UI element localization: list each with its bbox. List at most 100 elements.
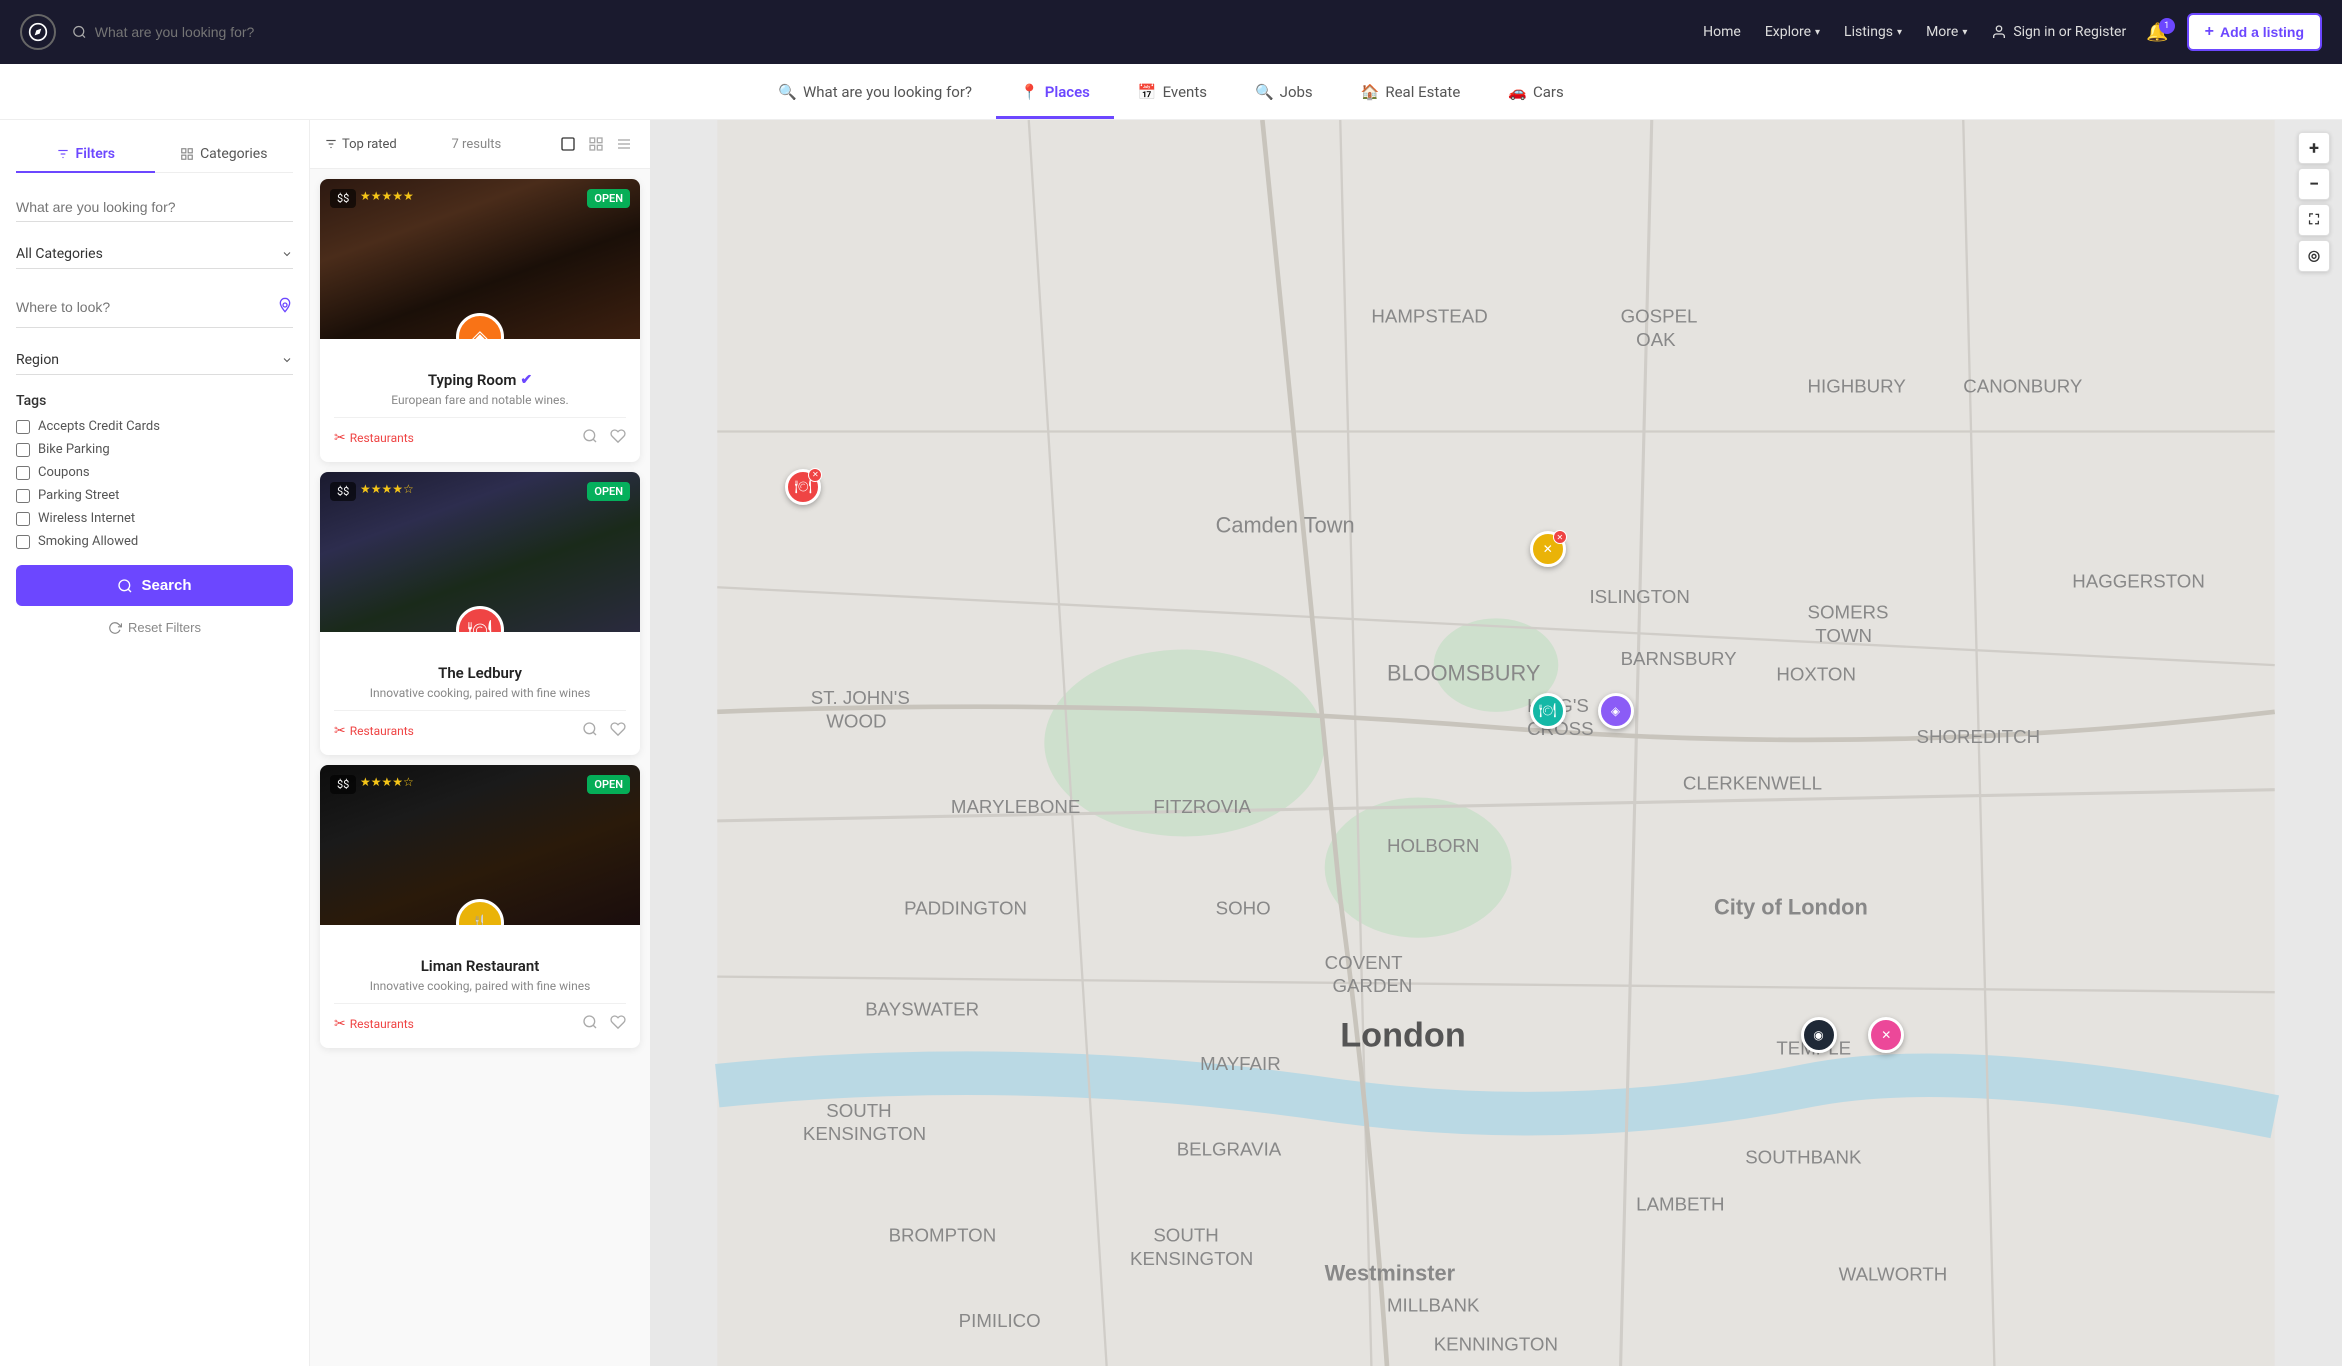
svg-text:FITZROVIA: FITZROVIA bbox=[1153, 796, 1251, 817]
tab-jobs[interactable]: 🔍 Jobs bbox=[1231, 64, 1337, 119]
listing-card-1[interactable]: $$ ★★★★★ OPEN ◈ Typing Room ✔ European f… bbox=[320, 179, 640, 462]
verified-icon: ✔ bbox=[520, 372, 532, 388]
svg-text:MARYLEBONE: MARYLEBONE bbox=[951, 796, 1080, 817]
tab-cars[interactable]: 🚗 Cars bbox=[1484, 64, 1587, 119]
region-dropdown[interactable]: Region bbox=[16, 346, 293, 375]
zoom-out-button[interactable]: − bbox=[2298, 168, 2330, 200]
map-pin-2[interactable]: ✕ ✕ bbox=[1530, 531, 1566, 567]
card-body-3: Liman Restaurant Innovative cooking, pai… bbox=[320, 925, 640, 1048]
sort-dropdown[interactable]: Top rated bbox=[324, 137, 397, 152]
add-listing-button[interactable]: + Add a listing bbox=[2187, 13, 2322, 51]
card-avatar-1: ◈ bbox=[456, 313, 504, 339]
location-input[interactable] bbox=[16, 293, 277, 321]
svg-text:TOWN: TOWN bbox=[1815, 625, 1872, 646]
sidebar-tab-filters[interactable]: Filters bbox=[16, 136, 155, 172]
categories-dropdown[interactable]: All Categories bbox=[16, 240, 293, 269]
tab-real-estate[interactable]: 🏠 Real Estate bbox=[1337, 64, 1485, 119]
grid-view-toggle[interactable] bbox=[584, 132, 608, 156]
tag-bike-parking: Bike Parking bbox=[16, 442, 293, 457]
favorite-action[interactable] bbox=[610, 1014, 626, 1034]
svg-text:HOXTON: HOXTON bbox=[1776, 664, 1856, 685]
svg-text:HAGGERSTON: HAGGERSTON bbox=[2072, 570, 2205, 591]
map-pin-4[interactable]: ◈ bbox=[1598, 693, 1634, 729]
open-badge: OPEN bbox=[587, 482, 630, 501]
svg-text:London: London bbox=[1340, 1017, 1466, 1055]
main-nav: Home Explore ▾ Listings ▾ More ▾ Sign in… bbox=[1693, 13, 2322, 51]
sign-in-button[interactable]: Sign in or Register bbox=[1981, 18, 2136, 46]
fullscreen-button[interactable]: ⛶ bbox=[2298, 204, 2330, 236]
card-footer-1: ✂ Restaurants bbox=[334, 417, 626, 448]
svg-text:SHOREDITCH: SHOREDITCH bbox=[1917, 726, 2041, 747]
tab-events[interactable]: 📅 Events bbox=[1114, 64, 1231, 119]
tag-label: Bike Parking bbox=[38, 442, 110, 457]
map-container[interactable]: Camden Town ST. JOHN'S WOOD MARYLEBONE P… bbox=[650, 120, 2342, 1366]
price-badge: $$ bbox=[330, 775, 356, 794]
tag-checkbox-bike-parking[interactable] bbox=[16, 443, 30, 457]
tab-events-label: Events bbox=[1163, 83, 1207, 101]
star-rating: ★★★★★ bbox=[360, 189, 414, 203]
tab-jobs-label: Jobs bbox=[1280, 83, 1313, 101]
svg-text:KENSINGTON: KENSINGTON bbox=[1130, 1248, 1253, 1269]
svg-text:SOMERS: SOMERS bbox=[1808, 601, 1889, 622]
tag-checkbox-coupons[interactable] bbox=[16, 466, 30, 480]
chevron-down-icon: ▾ bbox=[1897, 27, 1902, 38]
tab-places[interactable]: 📍 Places bbox=[996, 64, 1114, 119]
nav-explore[interactable]: Explore ▾ bbox=[1755, 18, 1830, 46]
header-search-input[interactable] bbox=[95, 24, 372, 40]
notification-bell[interactable]: 🔔 1 bbox=[2140, 22, 2174, 43]
zoom-in-button[interactable]: + bbox=[2298, 132, 2330, 164]
svg-text:BELGRAVIA: BELGRAVIA bbox=[1177, 1139, 1282, 1160]
svg-text:HIGHBURY: HIGHBURY bbox=[1808, 376, 1907, 397]
sidebar-tab-categories[interactable]: Categories bbox=[155, 136, 294, 172]
svg-text:ST. JOHN'S: ST. JOHN'S bbox=[811, 687, 910, 708]
favorite-action[interactable] bbox=[610, 428, 626, 448]
tag-checkbox-credit-cards[interactable] bbox=[16, 420, 30, 434]
card-image-1: $$ ★★★★★ OPEN ◈ bbox=[320, 179, 640, 339]
logo-icon[interactable] bbox=[20, 14, 56, 50]
chevron-down-icon: ▾ bbox=[1962, 27, 1967, 38]
svg-text:GOSPEL: GOSPEL bbox=[1621, 305, 1698, 326]
reset-filters-button[interactable]: Reset Filters bbox=[16, 612, 293, 643]
tags-section: Tags Accepts Credit Cards Bike Parking C… bbox=[16, 393, 293, 549]
nav-listings[interactable]: Listings ▾ bbox=[1834, 18, 1912, 46]
location-icon[interactable] bbox=[277, 297, 293, 317]
compact-view-toggle[interactable] bbox=[612, 132, 636, 156]
places-tab-icon: 📍 bbox=[1020, 83, 1039, 101]
svg-text:PIMILICO: PIMILICO bbox=[959, 1310, 1041, 1331]
card-title-3: Liman Restaurant bbox=[334, 957, 626, 975]
map-pin-5[interactable]: ◉ bbox=[1801, 1017, 1837, 1053]
tag-checkbox-parking-street[interactable] bbox=[16, 489, 30, 503]
map-pin-1[interactable]: 🍽 ✕ bbox=[785, 469, 821, 505]
listing-card-3[interactable]: $$ ★★★★☆ OPEN 🍴 Liman Restaurant Innovat… bbox=[320, 765, 640, 1048]
sidebar-search-input[interactable] bbox=[16, 193, 293, 222]
svg-text:SOUTH: SOUTH bbox=[826, 1100, 891, 1121]
search-action[interactable] bbox=[582, 428, 598, 448]
tag-label: Parking Street bbox=[38, 488, 119, 503]
tag-checkbox-wireless-internet[interactable] bbox=[16, 512, 30, 526]
favorite-action[interactable] bbox=[610, 721, 626, 741]
chevron-down-icon: ▾ bbox=[1815, 27, 1820, 38]
search-icon bbox=[117, 578, 133, 594]
search-action[interactable] bbox=[582, 721, 598, 741]
svg-text:PADDINGTON: PADDINGTON bbox=[904, 897, 1027, 918]
nav-home[interactable]: Home bbox=[1693, 18, 1751, 46]
view-toggles bbox=[556, 132, 636, 156]
search-action[interactable] bbox=[582, 1014, 598, 1034]
search-button[interactable]: Search bbox=[16, 565, 293, 606]
sidebar-tabs: Filters Categories bbox=[16, 136, 293, 173]
map-pin-3[interactable]: 🍽 bbox=[1530, 693, 1566, 729]
listing-card-2[interactable]: $$ ★★★★☆ OPEN 🍽 The Ledbury Innovative c… bbox=[320, 472, 640, 755]
locate-button[interactable]: ◎ bbox=[2298, 240, 2330, 272]
list-view-toggle[interactable] bbox=[556, 132, 580, 156]
tab-search[interactable]: 🔍 What are you looking for? bbox=[754, 64, 996, 119]
svg-text:City of London: City of London bbox=[1714, 894, 1868, 919]
tag-accepts-credit-cards: Accepts Credit Cards bbox=[16, 419, 293, 434]
svg-text:HAMPSTEAD: HAMPSTEAD bbox=[1371, 305, 1487, 326]
svg-text:BAYSWATER: BAYSWATER bbox=[865, 999, 979, 1020]
svg-text:WOOD: WOOD bbox=[826, 710, 886, 731]
nav-more[interactable]: More ▾ bbox=[1916, 18, 1977, 46]
svg-text:COVENT: COVENT bbox=[1325, 952, 1403, 973]
tag-checkbox-smoking-allowed[interactable] bbox=[16, 535, 30, 549]
header-search[interactable] bbox=[72, 24, 372, 40]
pin-close-icon[interactable]: ✕ bbox=[1553, 530, 1567, 544]
